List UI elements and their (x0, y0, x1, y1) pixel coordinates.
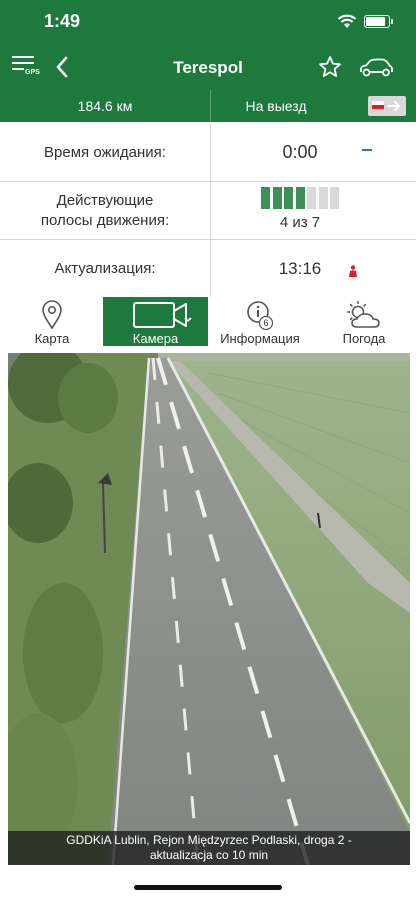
favorite-button[interactable] (318, 55, 342, 84)
status-bar: 1:49 (0, 0, 416, 46)
star-icon (319, 56, 341, 77)
tab-weather-label: Погода (342, 331, 386, 346)
camera-caption: GDDKiA Lublin, Rejon Międzyrzec Podlaski… (8, 831, 410, 865)
distance-value: 184.6 км (77, 98, 133, 114)
tab-map-label: Карта (34, 331, 70, 346)
lanes-label: Действующие полосы движения: (40, 192, 170, 229)
tab-camera-label: Камера (132, 331, 179, 346)
update-label: Актуализация: (54, 260, 156, 277)
info-badge: 6 (263, 318, 268, 328)
lane-bar (284, 187, 293, 209)
lane-bar (272, 187, 282, 209)
tab-camera[interactable]: Камера (103, 297, 208, 346)
battery-icon (364, 15, 393, 28)
trend-dash-icon (362, 149, 372, 151)
direction-switch-button[interactable] (368, 96, 406, 116)
camera-caption-line-2: aktualizacja co 10 min (149, 848, 269, 862)
lane-bar (330, 187, 339, 209)
car-icon (360, 58, 393, 77)
tab-weather[interactable]: Погода (312, 297, 416, 347)
wait-time-label: Время ожидания: (44, 144, 166, 161)
home-indicator[interactable] (134, 885, 282, 890)
vehicle-type-button[interactable] (358, 57, 394, 84)
tab-info[interactable]: 6 Информация (208, 297, 312, 347)
app-header: 1:49 GPS Terespol (0, 0, 416, 90)
map-pin-icon (42, 300, 62, 330)
camera-image: GDDKiA Lublin, Rejon Międzyrzec Podlaski… (8, 353, 410, 865)
tab-bar: Карта Камера 6 Информация Погода (0, 297, 416, 349)
wifi-icon (337, 14, 357, 34)
road-camera-scene (8, 353, 410, 865)
camera-icon (132, 302, 192, 328)
info-icon: 6 (247, 301, 274, 330)
camera-caption-line-1: GDDKiA Lublin, Rejon Międzyrzec Podlaski… (66, 833, 352, 847)
person-icon (348, 264, 358, 281)
lanes-indicator (261, 187, 341, 209)
arrow-right-icon (387, 101, 400, 111)
nav-bar: GPS Terespol (0, 46, 416, 90)
lane-bar (295, 187, 305, 209)
weather-icon (347, 301, 380, 328)
wait-time-value: 0:00 (282, 142, 318, 162)
border-info-strip: 184.6 км На выезд (0, 90, 416, 122)
lanes-row: Действующие полосы движения: 4 из 7 (0, 182, 416, 240)
status-time: 1:49 (44, 11, 81, 31)
tab-info-label: Информация (220, 331, 300, 346)
lane-bar (318, 187, 328, 209)
update-row: Актуализация: 13:16 (0, 240, 416, 297)
direction-label: На выезд (245, 98, 307, 114)
tab-map[interactable]: Карта (0, 297, 104, 347)
lane-bar (261, 187, 270, 209)
wait-time-row: Время ожидания: 0:00 (0, 123, 416, 182)
lane-bar (307, 187, 316, 209)
page-title: Terespol (173, 58, 243, 77)
update-time-value: 13:16 (278, 259, 322, 278)
lanes-value: 4 из 7 (279, 214, 321, 231)
